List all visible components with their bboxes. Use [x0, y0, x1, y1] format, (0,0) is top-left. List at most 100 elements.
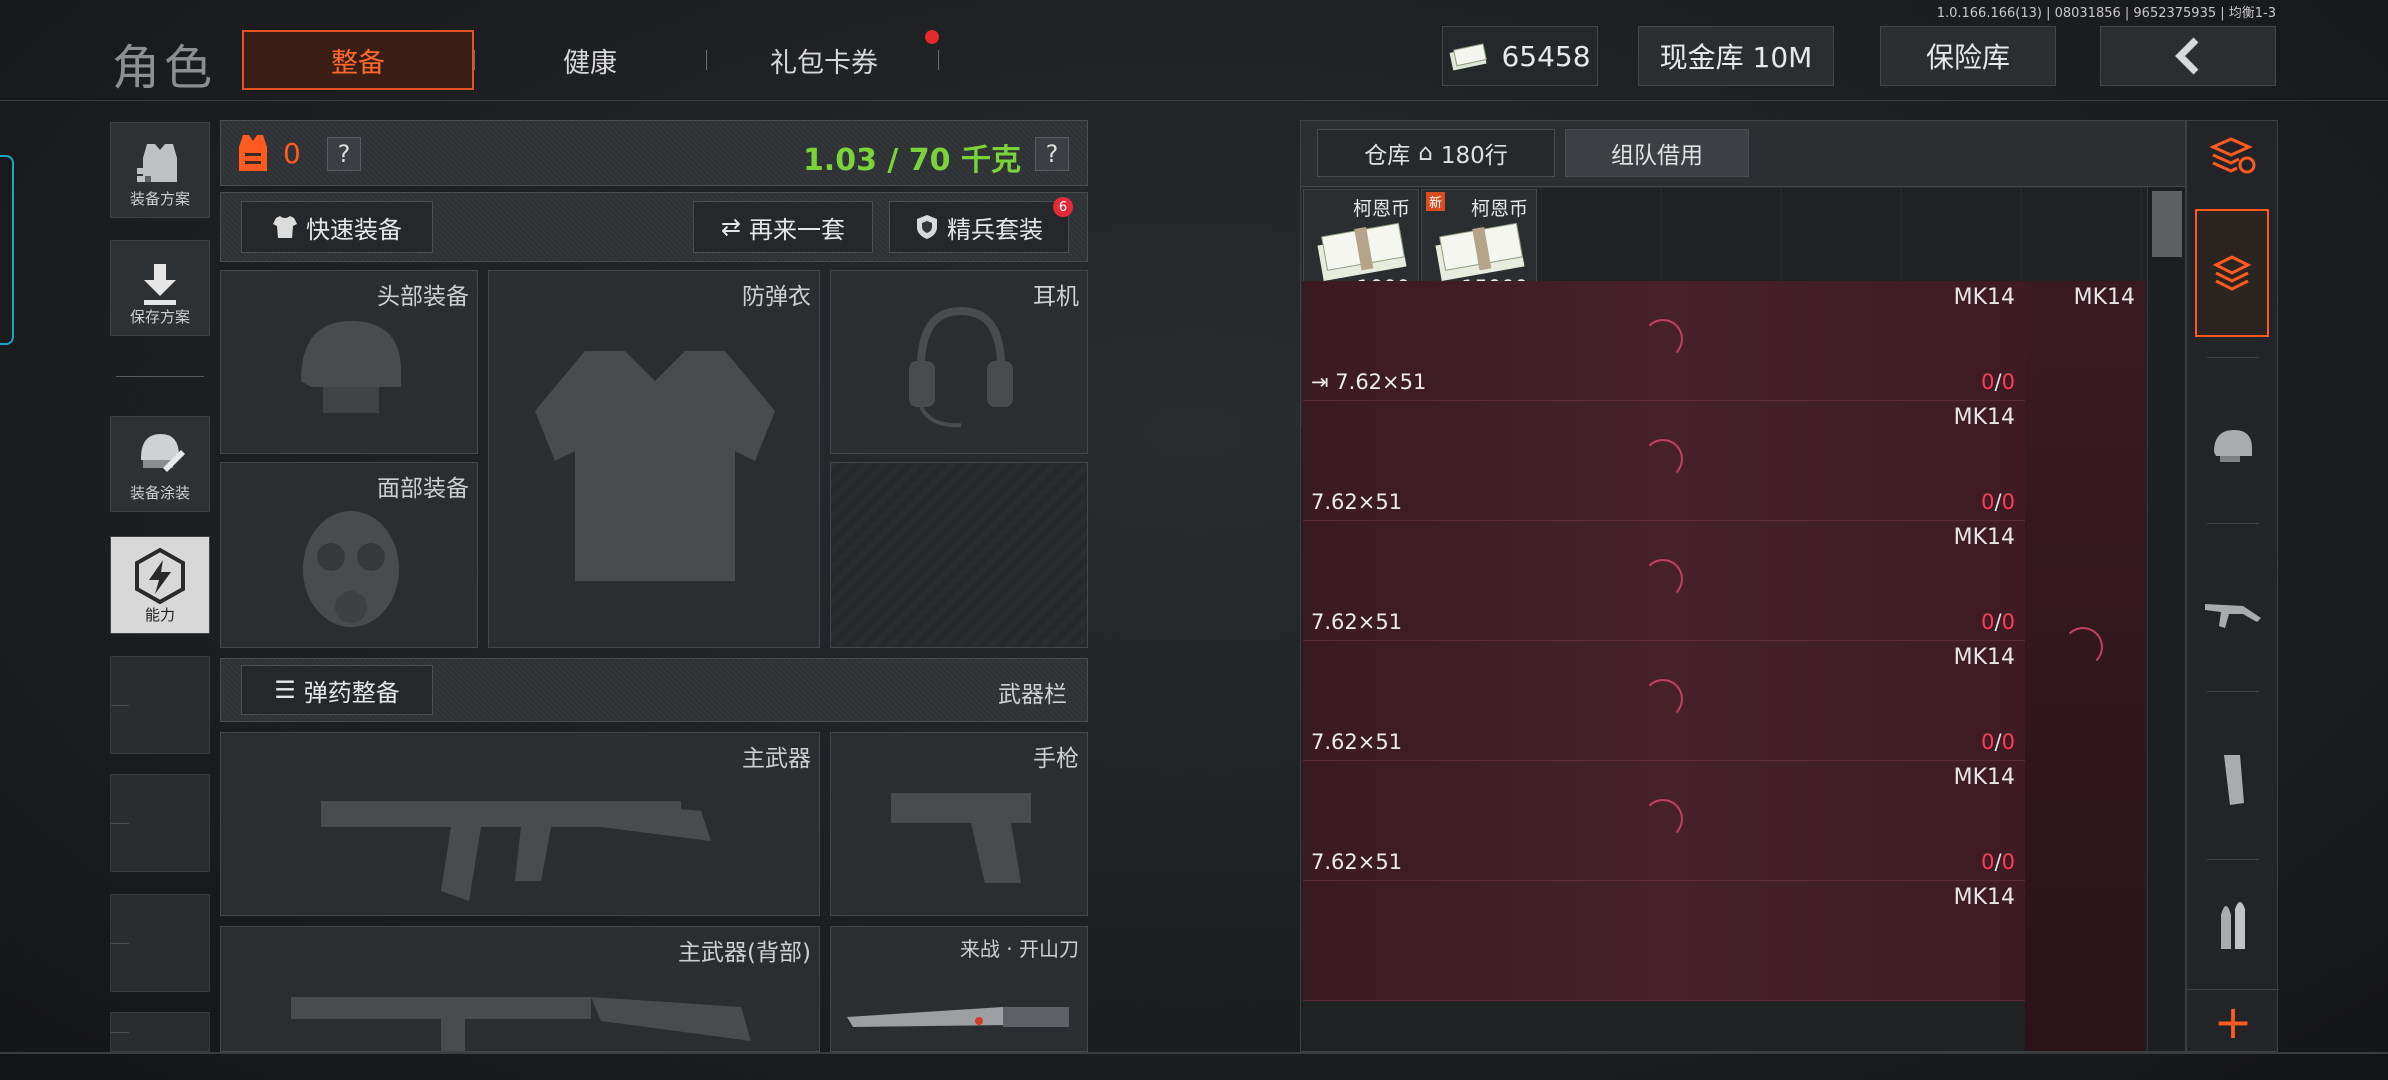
ammo-count: 0/0	[1981, 730, 2015, 754]
headset-slot[interactable]: 耳机	[830, 270, 1088, 454]
category-gear[interactable]	[2187, 371, 2279, 521]
warehouse-header: 仓库 ⌂ 180行 组队借用	[1301, 121, 2185, 187]
slot-label: 来战 · 开山刀	[959, 937, 1079, 961]
loading-spinner	[1643, 319, 1683, 359]
category-all[interactable]	[2195, 209, 2269, 337]
tab-health[interactable]: 健康	[490, 30, 690, 90]
melee-slot[interactable]: 来战 · 开山刀	[830, 926, 1088, 1052]
slot-label: 面部装备	[377, 476, 469, 502]
ammo-loaded: 0	[1981, 730, 1995, 754]
new-badge: 新	[1426, 192, 1446, 211]
magazine-item[interactable]: MK14 ⇥ 7.62×51 0/0	[1303, 281, 2025, 401]
sidebar-empty-slot	[110, 1012, 210, 1052]
shirt-icon	[273, 216, 297, 238]
assault-rifle-icon	[291, 997, 751, 1051]
ammo-capacity: 0	[2001, 730, 2015, 754]
slot-label: 耳机	[1033, 284, 1079, 310]
pistol-slot[interactable]: 手枪	[830, 732, 1088, 916]
magazine-item[interactable]: MK14 7.62×51 0/0	[1303, 761, 2025, 881]
loading-spinner	[1643, 799, 1683, 839]
category-ammo[interactable]	[2187, 873, 2279, 973]
tab-team-borrow[interactable]: 组队借用	[1565, 129, 1749, 177]
currency-display[interactable]: 65458	[1442, 26, 1598, 86]
ammo-count: 0/0	[1981, 490, 2015, 514]
magazine-item[interactable]: MK14 7.62×51 0/0	[1303, 401, 2025, 521]
sidebar-item-label: 保存方案	[129, 308, 190, 326]
rail-divider	[2207, 357, 2259, 358]
sort-refresh-button[interactable]	[2187, 127, 2279, 187]
sidebar-empty-slot	[110, 774, 210, 872]
sidebar-ability[interactable]: 能力	[110, 536, 210, 634]
sidebar-save-plan[interactable]: 保存方案	[110, 240, 210, 336]
sidebar-equipment-paint[interactable]: 装备涂装	[110, 416, 210, 512]
weight-help-button[interactable]: ?	[1035, 137, 1069, 171]
side-drawer-handle[interactable]	[0, 155, 14, 345]
tab-gift-cards[interactable]: 礼包卡券	[724, 30, 924, 90]
equipped-icon: ⇥	[1311, 370, 1336, 394]
loading-spinner	[1643, 679, 1683, 719]
sidebar-empty-slot	[110, 656, 210, 754]
lightning-badge-icon	[135, 548, 185, 604]
body-armor-slot[interactable]: 防弹衣	[488, 270, 820, 648]
helmet-icon	[2214, 430, 2252, 462]
quick-equip-button[interactable]: 快速装备	[241, 201, 433, 253]
gas-mask-icon	[303, 511, 399, 627]
refresh-icon: ⇄	[720, 213, 742, 241]
rifle-icon	[321, 801, 711, 901]
loading-spinner	[2063, 627, 2103, 667]
tab-storage[interactable]: 仓库 ⌂ 180行	[1317, 129, 1555, 177]
insurance-vault-button[interactable]: 保险库	[1880, 26, 2056, 86]
face-gear-slot[interactable]: 面部装备	[220, 462, 478, 648]
ammo-equip-button[interactable]: ☰ 弹药整备	[241, 665, 433, 715]
slot-label: 防弹衣	[742, 284, 811, 310]
vest-icon	[535, 351, 775, 581]
sidebar-item-label: 装备方案	[129, 190, 190, 208]
chevron-left-icon	[2175, 37, 2199, 75]
ammo-capacity: 0	[2001, 490, 2015, 514]
home-icon: ⌂	[1418, 140, 1433, 166]
magazine-icon	[2224, 755, 2244, 805]
back-button[interactable]	[2100, 26, 2276, 86]
currency-amount: 65458	[1501, 39, 1591, 73]
weight-display: 1.03 / 70 千克	[802, 143, 1021, 178]
ammo-bar: ☰ 弹药整备 武器栏	[220, 658, 1088, 722]
pistol-icon	[891, 793, 1031, 883]
layers-icon	[2212, 255, 2252, 291]
rail-divider	[2207, 691, 2259, 692]
magazine-item[interactable]: MK14	[2025, 281, 2145, 1051]
ammo-caliber: 7.62×51	[1311, 490, 1403, 514]
magazine-item[interactable]: MK14 7.62×51 0/0	[1303, 521, 2025, 641]
tab-equip[interactable]: 整备	[242, 30, 474, 90]
cash-vault-button[interactable]: 现金库 10M	[1638, 26, 1834, 86]
item-name: MK14	[1953, 645, 2015, 670]
page-title: 角色	[112, 40, 217, 96]
add-category-button[interactable]: +	[2187, 989, 2279, 1053]
ammo-count: 0/0	[1981, 610, 2015, 634]
secondary-weapon-slot[interactable]: 主武器(背部)	[220, 926, 820, 1052]
ammo-caliber: 7.62×51	[1311, 730, 1403, 754]
rail-divider	[2207, 859, 2259, 860]
header-divider	[0, 100, 2388, 101]
repeat-set-label: 再来一套	[749, 215, 846, 244]
tab-divider	[938, 50, 939, 70]
magazine-item[interactable]: MK14 7.62×51 0/0	[1303, 641, 2025, 761]
weapon-bar-label: 武器栏	[998, 682, 1067, 708]
ammo-capacity: 0	[2001, 610, 2015, 634]
category-weapons[interactable]	[2187, 537, 2279, 687]
elite-set-button[interactable]: 精兵套装	[889, 201, 1069, 253]
warehouse-scrollbar[interactable]	[2147, 187, 2185, 1051]
item-name: MK14	[1953, 765, 2015, 790]
category-magazines[interactable]	[2187, 705, 2279, 855]
primary-weapon-slot[interactable]: 主武器	[220, 732, 820, 916]
scrollbar-thumb[interactable]	[2152, 191, 2182, 257]
cash-stack-icon	[1317, 222, 1407, 282]
loading-spinner	[1643, 559, 1683, 599]
repeat-set-button[interactable]: ⇄ 再来一套	[693, 201, 873, 253]
head-gear-slot[interactable]: 头部装备	[220, 270, 478, 454]
notification-dot	[925, 30, 939, 44]
shield-icon	[917, 215, 937, 239]
rail-divider	[2207, 523, 2259, 524]
sidebar-loadout-plan[interactable]: 装备方案	[110, 122, 210, 218]
armor-help-button[interactable]: ?	[327, 137, 361, 171]
magazine-item[interactable]: MK14	[1303, 881, 2025, 1001]
